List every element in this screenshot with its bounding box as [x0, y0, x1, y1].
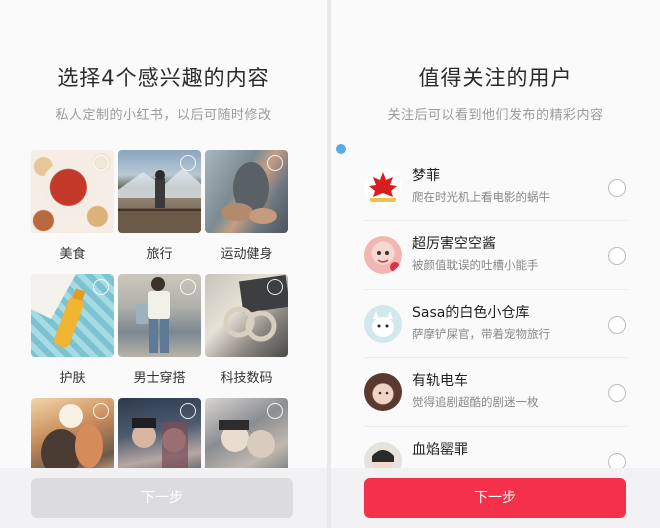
follow-radio[interactable] — [608, 179, 626, 197]
maple-leaf-logo-icon — [369, 172, 397, 202]
divider — [364, 220, 627, 221]
select-circle-icon — [267, 155, 283, 171]
user-row[interactable]: 超厉害空空酱 被颜值耽误的吐槽小能手 — [331, 228, 660, 294]
interest-tile-tech[interactable] — [205, 274, 288, 357]
avatar — [364, 373, 402, 411]
select-circle-icon — [180, 279, 196, 295]
bottom-bar: 下一步 — [331, 468, 660, 528]
page-subtitle: 私人定制的小红书，以后可随时修改 — [55, 108, 272, 123]
select-circle-icon — [93, 155, 109, 171]
divider — [364, 357, 627, 358]
user-name: 超厉害空空酱 — [412, 236, 496, 252]
user-description: 觉得追剧超酷的剧迷一枚 — [412, 395, 539, 409]
select-circle-icon — [267, 279, 283, 295]
select-circle-icon — [93, 279, 109, 295]
select-circle-icon — [93, 403, 109, 419]
interest-tile-skincare[interactable] — [31, 274, 114, 357]
page-subtitle: 关注后可以看到他们发布的精彩内容 — [387, 108, 604, 123]
user-description: 爬在时光机上看电影的蜗牛 — [412, 190, 550, 204]
recommended-users-screen: 值得关注的用户 关注后可以看到他们发布的精彩内容 梦菲 爬在时光机上看电影的蜗牛… — [331, 0, 660, 528]
interest-label: 科技数码 — [220, 371, 273, 386]
next-button-disabled[interactable]: 下一步 — [31, 478, 293, 518]
follow-radio[interactable] — [608, 247, 626, 265]
interest-label: 男士穿搭 — [133, 371, 186, 386]
user-row[interactable]: 梦菲 爬在时光机上看电影的蜗牛 — [331, 160, 660, 226]
portrait-avatar-icon — [378, 391, 389, 395]
follow-radio[interactable] — [608, 316, 626, 334]
page-title: 选择4个感兴趣的内容 — [57, 66, 270, 90]
select-circle-icon — [180, 403, 196, 419]
next-button[interactable]: 下一步 — [364, 478, 626, 518]
touch-indicator-dot — [336, 144, 346, 154]
avatar — [364, 168, 402, 206]
cartoon-girl-avatar-icon — [377, 251, 400, 272]
follow-radio[interactable] — [608, 384, 626, 402]
user-description: 萨摩铲屎官，带着宠物旅行 — [412, 327, 550, 341]
samoyed-dog-avatar-icon — [372, 311, 394, 337]
user-name: Sasa的白色小仓库 — [412, 305, 530, 321]
interest-tile-travel[interactable] — [118, 150, 201, 233]
select-circle-icon — [180, 155, 196, 171]
interest-tile-fitness[interactable] — [205, 150, 288, 233]
avatar — [364, 305, 402, 343]
interest-label: 护肤 — [59, 371, 86, 386]
select-circle-icon — [267, 403, 283, 419]
user-name: 梦菲 — [412, 168, 440, 184]
divider — [364, 426, 627, 427]
interest-label: 运动健身 — [220, 247, 273, 262]
user-row[interactable]: 有轨电车 觉得追剧超酷的剧迷一枚 — [331, 365, 660, 431]
interest-selection-screen: 选择4个感兴趣的内容 私人定制的小红书，以后可随时修改 美食 旅行 运动健身 护… — [0, 0, 327, 528]
user-row[interactable]: Sasa的白色小仓库 萨摩铲屎官，带着宠物旅行 — [331, 297, 660, 363]
user-name: 有轨电车 — [412, 373, 468, 389]
avatar — [364, 236, 402, 274]
interest-tile-menswear[interactable] — [118, 274, 201, 357]
interest-label: 美食 — [59, 247, 86, 262]
interest-label: 旅行 — [146, 247, 173, 262]
bottom-bar: 下一步 — [0, 468, 327, 528]
user-description: 被颜值耽误的吐槽小能手 — [412, 258, 539, 272]
divider — [364, 289, 627, 290]
interest-tile-food[interactable] — [31, 150, 114, 233]
page-title: 值得关注的用户 — [418, 66, 573, 90]
user-name: 血焰罂罪 — [412, 442, 468, 458]
